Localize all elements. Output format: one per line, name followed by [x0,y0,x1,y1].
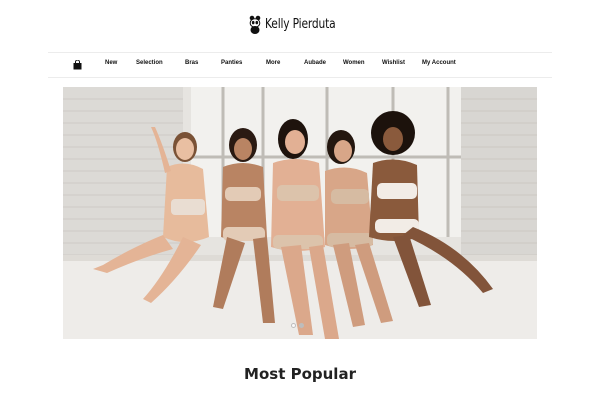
nav-item-aubade[interactable]: Aubade [304,60,326,66]
hero-image [63,87,537,339]
panda-icon [249,15,261,34]
slider-dot[interactable] [291,323,296,328]
main-nav: New Selection Bras Panties More Aubade W… [48,52,552,78]
slider-pagination [291,323,304,328]
slider-dot-active[interactable] [299,323,304,328]
nav-item-wishlist[interactable]: Wishlist [382,60,405,66]
shopping-bag-icon[interactable] [73,60,82,70]
nav-item-more[interactable]: More [266,60,280,66]
brand-name: Kelly Pierduta [265,16,336,32]
brand-logo[interactable]: Kelly Pierduta [0,12,600,36]
nav-item-bras[interactable]: Bras [185,60,198,66]
nav-item-selection[interactable]: Selection [136,60,163,66]
nav-item-women[interactable]: Women [343,60,365,66]
section-title: Most Popular [244,365,356,383]
nav-item-panties[interactable]: Panties [221,60,242,66]
hero-slider[interactable] [63,87,537,339]
nav-item-my-account[interactable]: My Account [422,60,456,66]
nav-item-new[interactable]: New [105,60,117,66]
